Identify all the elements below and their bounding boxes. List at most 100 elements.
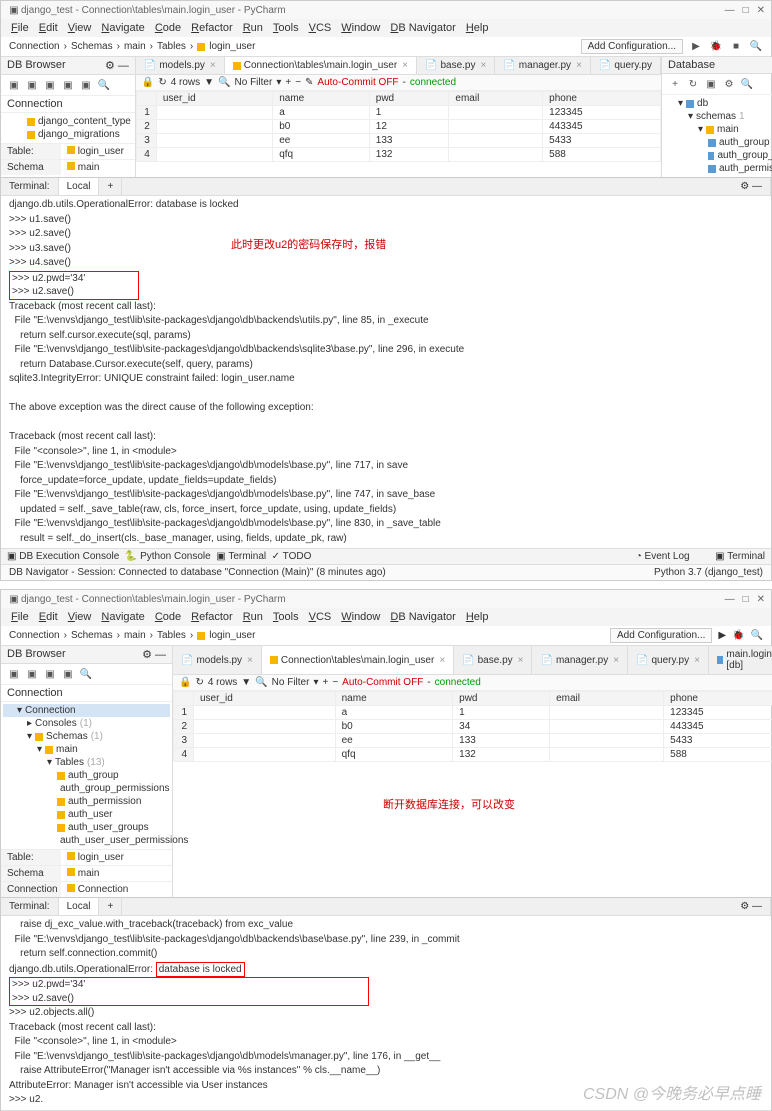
tool-icon[interactable]: ✎ — [305, 77, 313, 88]
tool-icon[interactable]: ▣ — [61, 78, 75, 92]
tree-item[interactable]: auth_group_permissions — [3, 782, 170, 795]
run-icon[interactable]: ▶ — [689, 40, 703, 54]
table-row[interactable]: 4qfq132588 — [136, 148, 660, 162]
add-config-button[interactable]: Add Configuration... — [610, 628, 712, 643]
minimize-icon[interactable]: — — [725, 5, 735, 16]
gear-icon[interactable]: ⚙ — — [105, 59, 129, 72]
tree-item[interactable]: ▾ Schemas (1) — [3, 730, 170, 743]
add-terminal-button[interactable]: + — [99, 178, 122, 195]
menubar[interactable]: File Edit View Navigate Code Refactor Ru… — [1, 19, 771, 37]
tool-icon[interactable]: 🔍 — [740, 77, 754, 91]
tool-icon[interactable]: ↻ — [686, 77, 700, 91]
tree-item[interactable]: ▾ main — [664, 123, 772, 136]
interpreter[interactable]: Python 3.7 (django_test) — [654, 567, 763, 578]
tool-icon[interactable]: ↻ — [158, 77, 166, 88]
tool-icon[interactable]: ⚙ — [722, 77, 736, 91]
tool-icon[interactable]: + — [668, 77, 682, 91]
menu-file[interactable]: File — [7, 21, 33, 35]
menu-window[interactable]: Window — [337, 21, 384, 35]
tool-tab[interactable]: ▣ Terminal — [715, 551, 765, 562]
menu-refactor[interactable]: Refactor — [187, 21, 237, 35]
tool-tab[interactable]: ▣ Terminal — [216, 551, 266, 562]
search-icon[interactable]: 🔍 — [751, 630, 763, 641]
maximize-icon[interactable]: □ — [743, 5, 749, 16]
menubar[interactable]: FileEditViewNavigateCodeRefactorRunTools… — [1, 608, 771, 626]
crumb[interactable]: Schemas — [71, 41, 113, 52]
tree-item[interactable]: django_content_type — [3, 115, 133, 128]
tool-icon[interactable]: 🔒 — [142, 77, 154, 88]
col-header[interactable]: pwd — [369, 92, 449, 106]
tool-icon[interactable]: ▣ — [704, 77, 718, 91]
tree-item[interactable]: ▾ main — [3, 743, 170, 756]
tree-item[interactable]: ▾ Connection — [3, 704, 170, 717]
table-row[interactable]: 2b012443345 — [136, 120, 660, 134]
gear-icon[interactable]: ⚙ — — [142, 648, 166, 661]
col-header[interactable]: email — [449, 92, 543, 106]
tree-item[interactable]: ▾ schemas 1 — [664, 110, 772, 123]
run-icon[interactable]: ▶ — [718, 630, 726, 641]
terminal-tab[interactable]: Local — [59, 178, 100, 195]
tree-item[interactable]: ▾ db — [664, 97, 772, 110]
tool-tab[interactable]: ✓ TODO — [272, 551, 312, 562]
tool-tab[interactable]: ▣ DB Execution Console — [7, 551, 119, 562]
menu-tools[interactable]: Tools — [269, 21, 303, 35]
close-icon[interactable]: ✕ — [757, 5, 765, 16]
tree-item[interactable]: auth_group — [3, 769, 170, 782]
menu-view[interactable]: View — [64, 21, 96, 35]
stop-icon[interactable]: ■ — [729, 40, 743, 54]
tree-item[interactable]: auth_permission — [664, 162, 772, 175]
col-header[interactable]: name — [273, 92, 370, 106]
tree-item[interactable]: django_migrations — [3, 128, 133, 141]
crumb[interactable]: Tables — [157, 41, 186, 52]
tool-tab[interactable]: 🐍 Python Console — [125, 551, 211, 562]
table-row[interactable]: 2b034443345 — [174, 720, 772, 734]
value[interactable]: main — [78, 162, 100, 173]
tool-icon[interactable]: + — [285, 77, 291, 88]
crumb[interactable]: main — [124, 41, 146, 52]
crumb[interactable]: Connection — [9, 41, 60, 52]
close-icon[interactable]: ✕ — [757, 594, 765, 605]
tool-icon[interactable]: ▣ — [43, 78, 57, 92]
tree-item[interactable]: auth_user_user_permissions — [3, 834, 170, 847]
maximize-icon[interactable]: □ — [743, 594, 749, 605]
filter-dropdown[interactable]: No Filter — [235, 77, 273, 88]
tab[interactable]: 📄query.py — [591, 57, 661, 74]
col-header[interactable]: user_id — [156, 92, 272, 106]
search-icon[interactable]: 🔍 — [749, 40, 763, 54]
value[interactable]: login_user — [78, 146, 124, 157]
table-row[interactable]: 3ee1335433 — [136, 134, 660, 148]
tree-item[interactable]: auth_group — [664, 136, 772, 149]
table-row[interactable]: 1a1123345 — [136, 106, 660, 120]
debug-icon[interactable]: 🐞 — [709, 40, 723, 54]
tool-icon[interactable]: ▣ — [25, 78, 39, 92]
table-row[interactable]: 1a1123345 — [174, 706, 772, 720]
debug-icon[interactable]: 🐞 — [732, 630, 744, 641]
table-row[interactable]: 4qfq132588 — [174, 748, 772, 762]
tab[interactable]: 📄manager.py× — [495, 57, 591, 74]
tree-item[interactable]: ▸ Consoles (1) — [3, 717, 170, 730]
tool-icon[interactable]: ▣ — [7, 78, 21, 92]
tree-item[interactable]: auth_permission — [3, 795, 170, 808]
tab[interactable]: Connection\tables\main.login_user× — [225, 57, 417, 74]
autocommit-status[interactable]: Auto-Commit OFF — [317, 77, 398, 88]
tool-icon[interactable]: ▣ — [79, 78, 93, 92]
minimize-icon[interactable]: — — [725, 594, 735, 605]
tool-tab[interactable]: ◔ Event Log — [636, 551, 690, 562]
menu-edit[interactable]: Edit — [35, 21, 62, 35]
menu-navigate[interactable]: Navigate — [97, 21, 148, 35]
tab[interactable]: 📄models.py× — [136, 57, 225, 74]
tree-item[interactable]: auth_user — [3, 808, 170, 821]
tree-item[interactable]: ▾ Tables (13) — [3, 756, 170, 769]
tab[interactable]: 📄base.py× — [417, 57, 495, 74]
tool-icon[interactable]: 🔍 — [97, 78, 111, 92]
menu-run[interactable]: Run — [239, 21, 267, 35]
add-config-button[interactable]: Add Configuration... — [581, 39, 683, 54]
menu-code[interactable]: Code — [151, 21, 185, 35]
tree-item[interactable]: auth_group_permissions — [664, 149, 772, 162]
menu-vcs[interactable]: VCS — [305, 21, 336, 35]
menu-dbnav[interactable]: DB Navigator — [386, 21, 459, 35]
tool-icon[interactable]: − — [295, 77, 301, 88]
gear-icon[interactable]: ⚙ — — [732, 178, 771, 195]
tree-item[interactable]: auth_user_groups — [3, 821, 170, 834]
crumb[interactable]: login_user — [209, 41, 255, 52]
